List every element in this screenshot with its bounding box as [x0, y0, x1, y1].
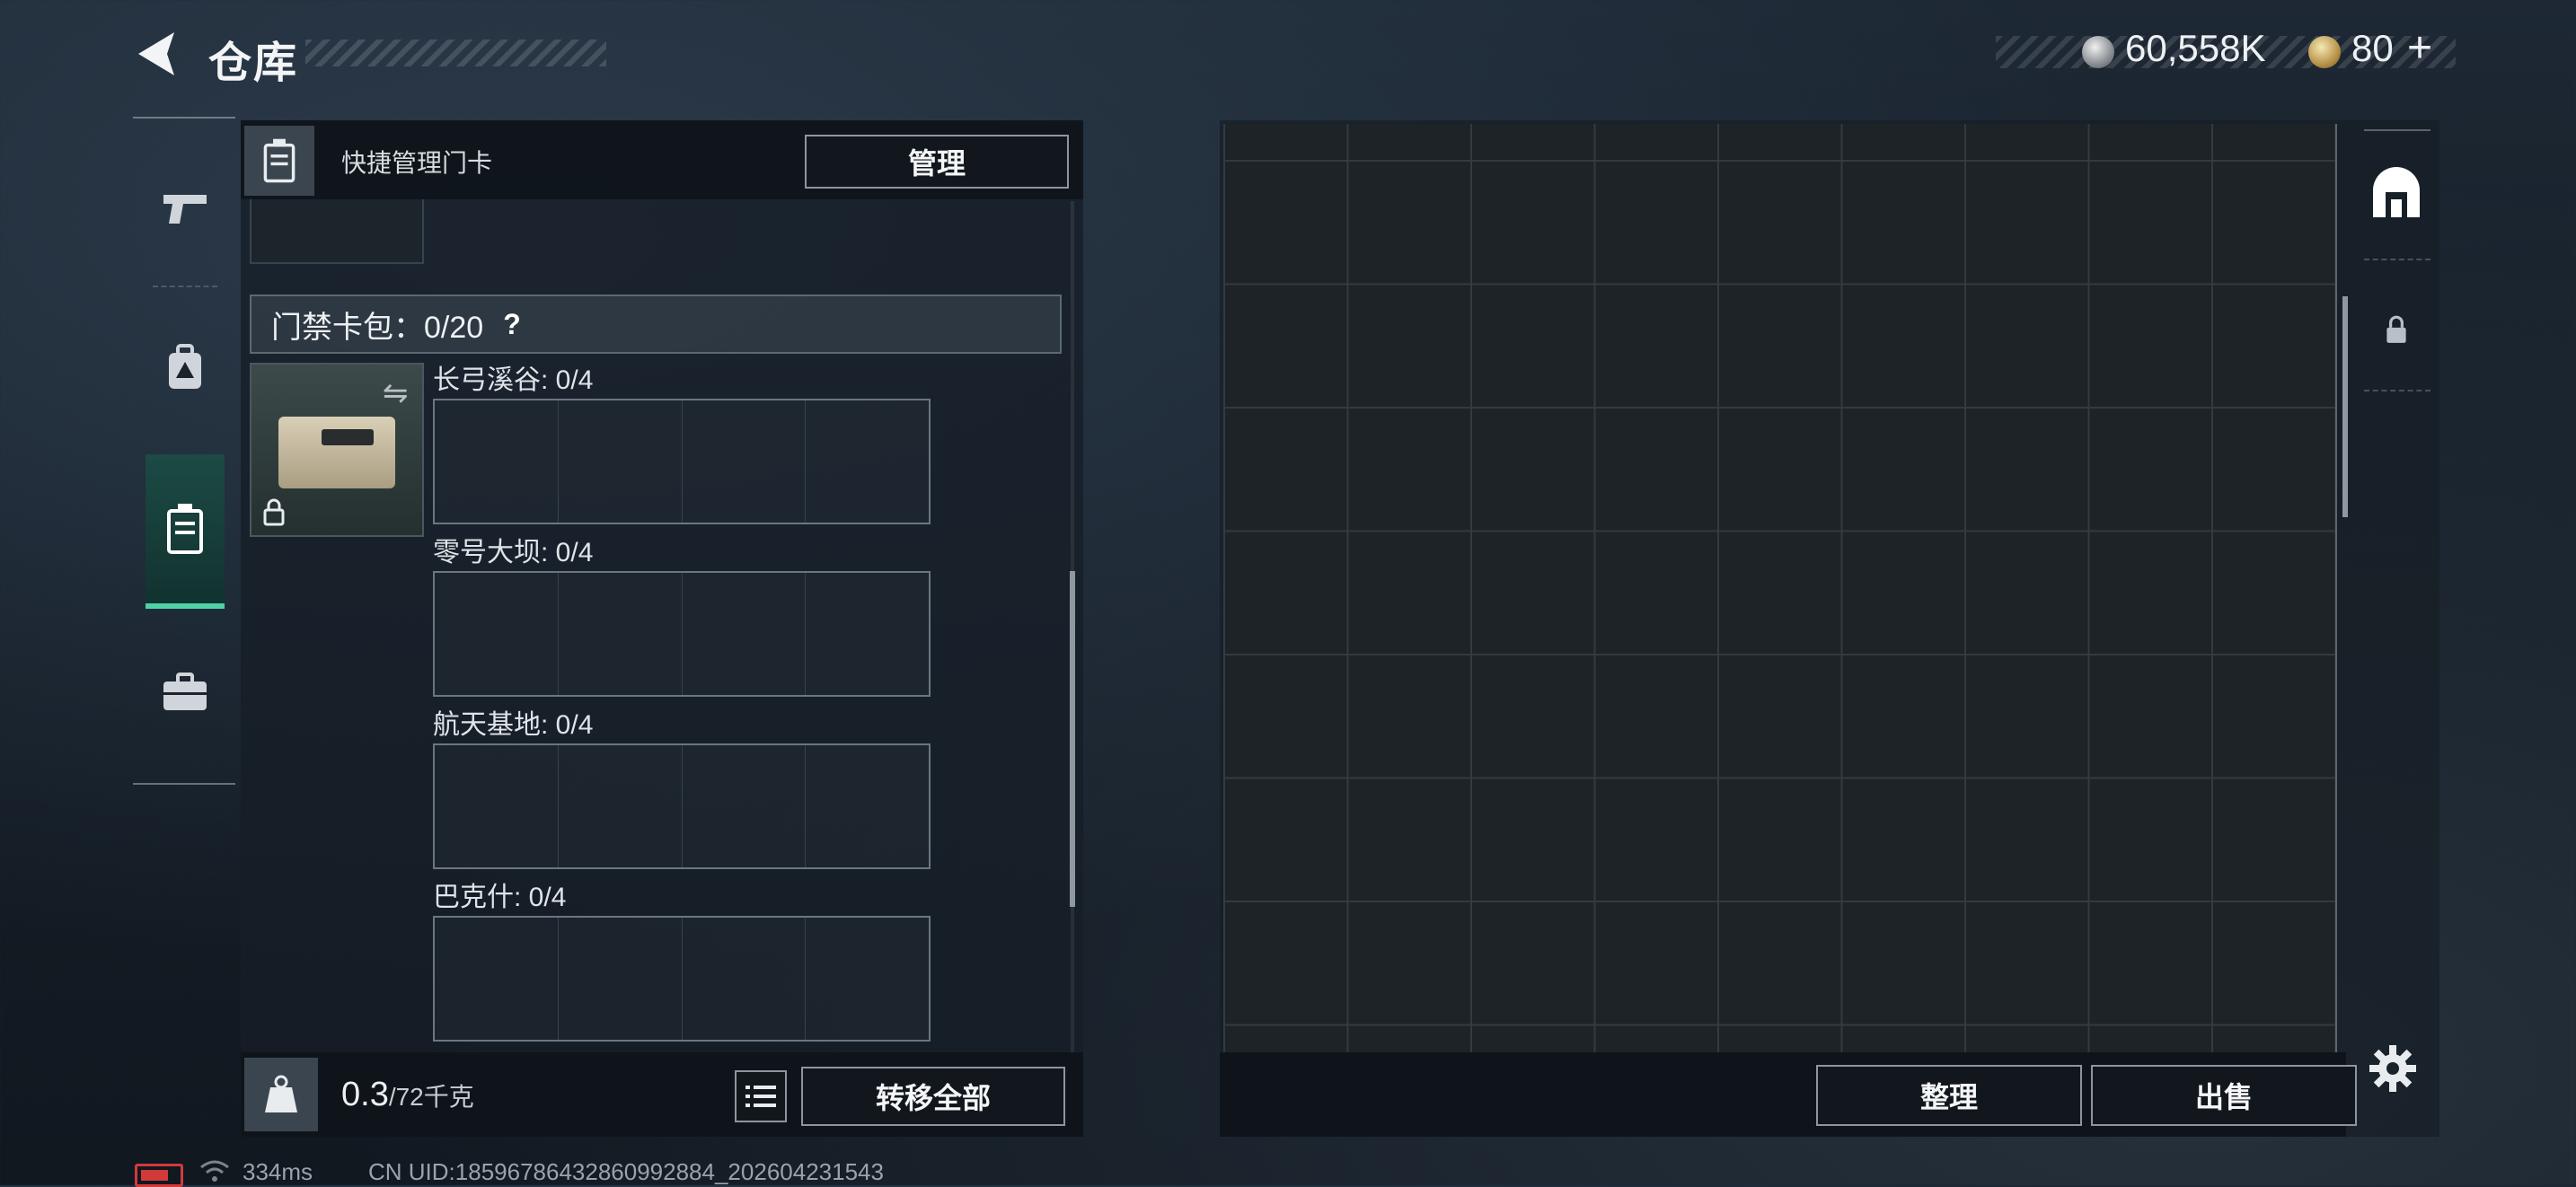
- keycard-slot[interactable]: [806, 400, 929, 523]
- stash-scrollbar-thumb[interactable]: [2342, 296, 2348, 517]
- gold-coin-icon: [2308, 36, 2341, 68]
- keycard-slot[interactable]: [683, 573, 807, 695]
- pistol-icon: [163, 195, 207, 224]
- keycard-slot[interactable]: [559, 918, 683, 1040]
- lock-icon[interactable]: [2384, 314, 2409, 345]
- keycard-case-icon-box: [244, 126, 314, 196]
- item-thumbnail-partial[interactable]: [250, 199, 424, 264]
- ping-value: 334ms: [243, 1158, 313, 1185]
- keycard-slots-space-base[interactable]: [433, 743, 931, 869]
- keycard-chip: [322, 429, 374, 445]
- keycard-slot[interactable]: [435, 918, 559, 1040]
- keycard-slot[interactable]: [435, 400, 559, 523]
- keycard-slot[interactable]: [683, 918, 807, 1040]
- battery-icon: [135, 1164, 183, 1187]
- map-label-changgong: 长弓溪谷: 0/4: [433, 365, 594, 395]
- add-currency-button[interactable]: +: [2407, 23, 2432, 73]
- keycard-slot[interactable]: [559, 573, 683, 695]
- tab-separator: [153, 286, 217, 287]
- gold-currency-value: 80: [2351, 27, 2394, 69]
- map-label-space-base: 航天基地: 0/4: [433, 710, 594, 740]
- map-label-bakesh: 巴克什: 0/4: [433, 883, 567, 912]
- side-rail-divider: [2364, 129, 2430, 131]
- keycard-slot[interactable]: [806, 573, 929, 695]
- keycard-slots-bakesh[interactable]: [433, 916, 931, 1042]
- keycard-slots-changgong[interactable]: [433, 399, 931, 524]
- lock-icon: [263, 498, 285, 526]
- weight-icon: [265, 1075, 297, 1112]
- tab-keycard-case[interactable]: [146, 454, 225, 609]
- help-icon[interactable]: ?: [503, 308, 521, 341]
- keycard-slot[interactable]: [683, 400, 807, 523]
- keycard-slot[interactable]: [559, 745, 683, 867]
- stash-icon[interactable]: [2368, 165, 2425, 223]
- title-decoration: [305, 40, 606, 66]
- side-rail-separator: [2364, 259, 2430, 260]
- back-arrow-icon: [138, 32, 174, 75]
- carry-weight-max: /72千克: [388, 1083, 474, 1111]
- transfer-all-button[interactable]: 转移全部: [801, 1067, 1065, 1126]
- keycard-slot[interactable]: [806, 745, 929, 867]
- keycard-bag-capacity: 门禁卡包：0/20: [271, 310, 484, 345]
- gear-icon[interactable]: [2368, 1043, 2418, 1094]
- sort-button[interactable]: 整理: [1816, 1065, 2082, 1126]
- tab-backpack[interactable]: [146, 300, 225, 435]
- keycard-slot[interactable]: [559, 400, 683, 523]
- stash-grid[interactable]: [1223, 124, 2335, 1052]
- keycard-case-item[interactable]: ⇋: [250, 363, 424, 537]
- swap-icon[interactable]: ⇋: [383, 375, 409, 411]
- keycard-case-icon: [167, 504, 203, 554]
- keycard-slot[interactable]: [435, 573, 559, 695]
- user-uid: CN UID:18596786432860992884_202604231543: [368, 1158, 884, 1185]
- keycard-slots-dam[interactable]: [433, 571, 931, 697]
- tab-weapons[interactable]: [146, 142, 225, 277]
- keycard-slot[interactable]: [683, 745, 807, 867]
- page-title: 仓库: [208, 40, 299, 87]
- keycard-case-icon: [263, 138, 296, 183]
- list-view-button[interactable]: [735, 1070, 787, 1122]
- list-icon: [745, 1086, 776, 1107]
- keycard-slot[interactable]: [806, 918, 929, 1040]
- silver-currency-value: 60,558K: [2125, 27, 2266, 69]
- keycard-case-image: [278, 417, 395, 488]
- manage-button[interactable]: 管理: [805, 135, 1069, 189]
- quick-manage-label: 快捷管理门卡: [341, 149, 493, 177]
- sell-button[interactable]: 出售: [2091, 1065, 2357, 1126]
- briefcase-icon: [163, 673, 207, 710]
- carry-weight-current: 0.3: [341, 1076, 389, 1113]
- backpack-icon: [169, 344, 201, 389]
- stash-grid-border: [2335, 124, 2337, 1052]
- map-label-dam: 零号大坝: 0/4: [433, 538, 594, 567]
- tab-briefcase[interactable]: [146, 625, 225, 760]
- silver-coin-icon: [2082, 36, 2114, 68]
- left-scrollbar-thumb[interactable]: [1070, 571, 1075, 907]
- side-rail-separator: [2364, 390, 2430, 391]
- carry-weight: 0.3/72千克: [341, 1076, 474, 1114]
- keycard-bag-bar: 门禁卡包：0/20 ?: [250, 295, 1062, 354]
- keycard-slot[interactable]: [435, 745, 559, 867]
- weight-icon-box: [244, 1058, 318, 1131]
- back-button[interactable]: [131, 27, 185, 81]
- wifi-icon: [200, 1160, 229, 1182]
